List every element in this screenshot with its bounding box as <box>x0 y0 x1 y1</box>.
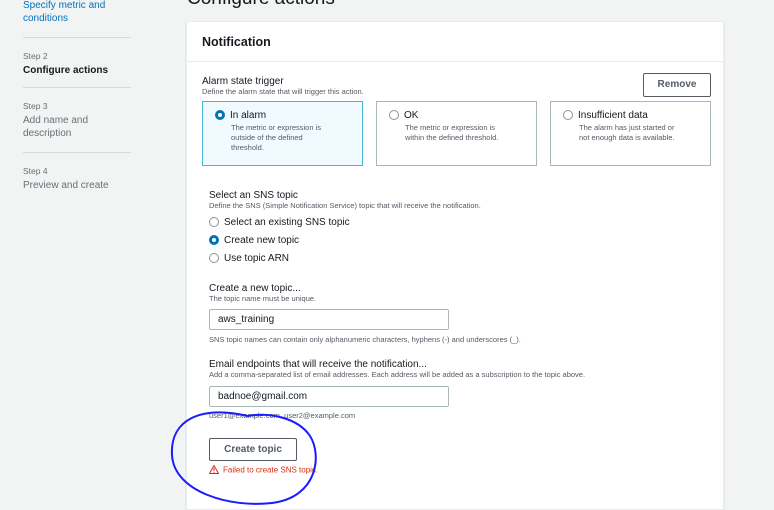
step-4: Step 4 Preview and create <box>23 166 109 192</box>
notification-panel: Notification Alarm state trigger Define … <box>186 21 724 510</box>
step-4-title: Preview and create <box>23 180 109 191</box>
email-hint: user1@example.com, user2@example.com <box>209 411 356 420</box>
step-2-title: Configure actions <box>23 65 109 76</box>
option-label: Select an existing SNS topic <box>224 217 350 228</box>
step-divider <box>23 87 131 88</box>
panel-title: Notification <box>187 22 723 62</box>
radio-topic-arn[interactable] <box>209 253 219 264</box>
email-endpoints-input[interactable]: badnoe@gmail.com <box>209 386 449 407</box>
tile-desc-line: The metric or expression is <box>405 123 496 132</box>
step-2-label: Step 2 <box>23 51 48 61</box>
email-label: Email endpoints that will receive the no… <box>209 359 427 370</box>
topic-name-hint: SNS topic names can contain only alphanu… <box>209 335 521 344</box>
tile-desc-line: within the defined threshold. <box>405 133 499 142</box>
remove-button[interactable]: Remove <box>643 73 711 97</box>
tile-desc-line: The metric or expression is <box>231 123 322 132</box>
alarm-trigger-label: Alarm state trigger <box>202 76 284 87</box>
create-topic-button[interactable]: Create topic <box>209 438 297 461</box>
email-desc: Add a comma-separated list of email addr… <box>209 370 586 379</box>
radio-in-alarm[interactable] <box>215 110 225 121</box>
option-label: Create new topic <box>224 235 300 246</box>
sns-topic-header: Select an SNS topic Define the SNS (Simp… <box>209 190 481 210</box>
radio-ok[interactable] <box>389 110 399 121</box>
sns-topic-desc: Define the SNS (Simple Notification Serv… <box>209 201 481 210</box>
radio-create-new-topic[interactable] <box>209 235 219 246</box>
step-3: Step 3 Add name and description <box>23 101 103 140</box>
step-divider <box>23 37 131 38</box>
tile-desc-line: outside of the defined <box>231 133 303 142</box>
alarm-trigger-desc: Define the alarm state that will trigger… <box>202 87 364 96</box>
radio-insufficient-data[interactable] <box>563 110 573 121</box>
tile-insufficient-title: Insufficient data <box>578 110 648 121</box>
option-topic-arn[interactable]: Use topic ARN <box>209 253 289 264</box>
tile-ok-title: OK <box>404 110 419 121</box>
tile-ok[interactable]: OK The metric or expression is within th… <box>376 101 537 166</box>
tile-desc-line: not enough data is available. <box>579 133 675 142</box>
tile-insufficient-desc: The alarm has just started or not enough… <box>579 123 702 143</box>
step-3-title: Add name and description <box>23 115 89 139</box>
new-topic-desc: The topic name must be unique. <box>209 294 317 303</box>
option-create-new-topic[interactable]: Create new topic <box>209 235 299 246</box>
new-topic-label: Create a new topic... <box>209 283 301 294</box>
email-header: Email endpoints that will receive the no… <box>209 359 585 379</box>
option-label: Use topic ARN <box>224 253 290 264</box>
step-1[interactable]: Specify metric and conditions <box>23 0 123 25</box>
tile-in-alarm[interactable]: In alarm The metric or expression is out… <box>202 101 363 166</box>
new-topic-header: Create a new topic... The topic name mus… <box>209 283 316 303</box>
step-1-title[interactable]: Specify metric and conditions <box>23 0 123 25</box>
warning-icon <box>208 464 220 476</box>
step-4-label: Step 4 <box>23 166 48 176</box>
tile-in-alarm-desc: The metric or expression is outside of t… <box>231 123 354 153</box>
option-existing-topic[interactable]: Select an existing SNS topic <box>209 217 350 228</box>
tile-in-alarm-title: In alarm <box>230 110 267 121</box>
sns-topic-label: Select an SNS topic <box>209 190 298 201</box>
alarm-trigger-header: Alarm state trigger Define the alarm sta… <box>202 76 364 96</box>
step-2: Step 2 Configure actions <box>23 51 108 77</box>
topic-name-input[interactable]: aws_training <box>209 309 449 330</box>
wizard-sidebar: Specify metric and conditions Step 2 Con… <box>0 0 172 510</box>
radio-existing-topic[interactable] <box>209 217 219 228</box>
tile-ok-desc: The metric or expression is within the d… <box>405 123 528 143</box>
step-3-label: Step 3 <box>23 101 48 111</box>
step-divider <box>23 152 131 153</box>
error-message: Failed to create SNS topic. <box>208 464 319 476</box>
tile-insufficient-data[interactable]: Insufficient data The alarm has just sta… <box>550 101 711 166</box>
tile-desc-line: The alarm has just started or <box>579 123 675 132</box>
page-title: Configure actions <box>187 0 335 10</box>
error-text: Failed to create SNS topic. <box>223 465 319 475</box>
tile-desc-line: threshold. <box>231 143 264 152</box>
